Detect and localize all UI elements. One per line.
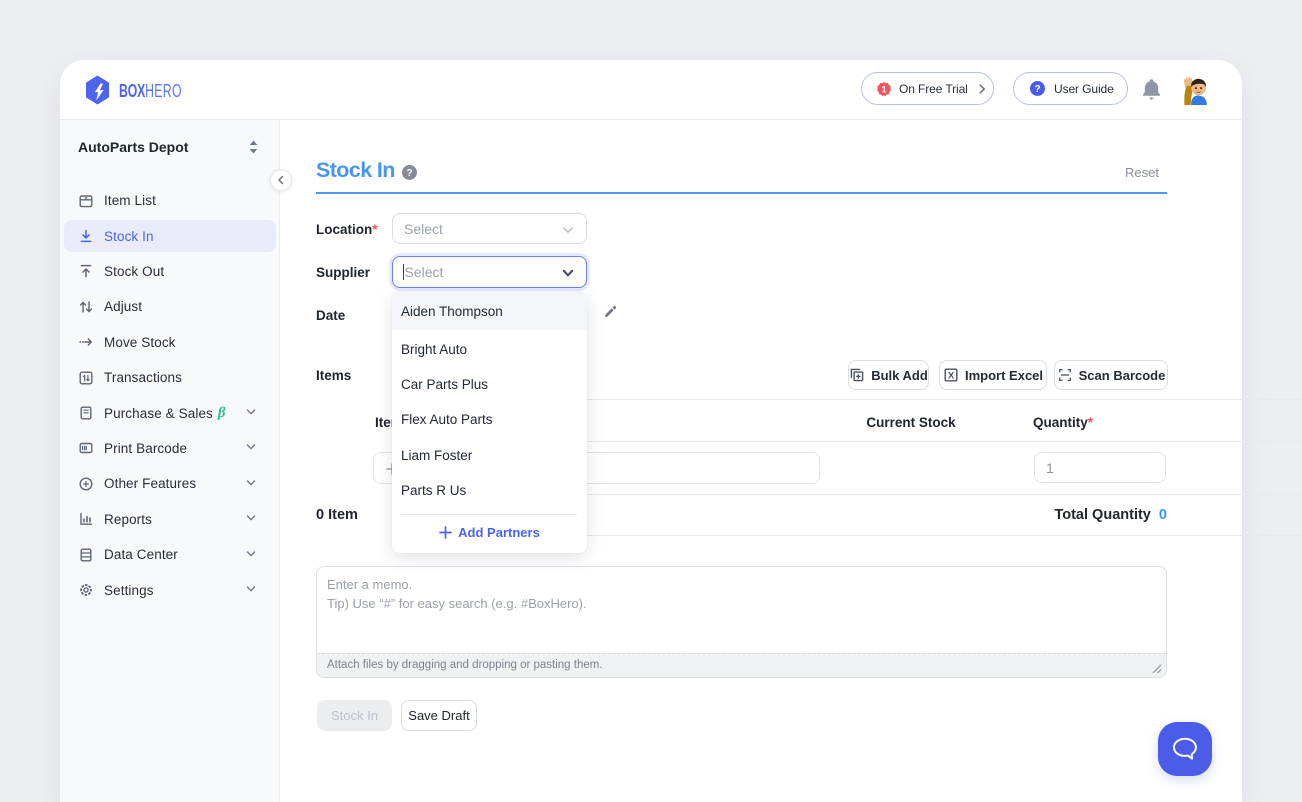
svg-text:?: ? <box>1034 84 1040 95</box>
svg-text:X: X <box>948 371 955 382</box>
svg-text:1: 1 <box>881 84 886 94</box>
svg-text:?: ? <box>406 168 412 179</box>
